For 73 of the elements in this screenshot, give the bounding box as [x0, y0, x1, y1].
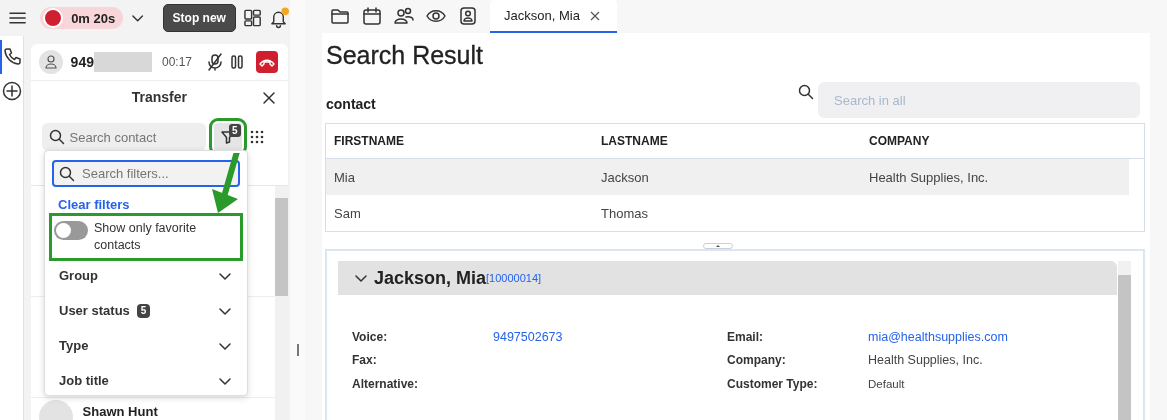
plus-icon — [2, 81, 23, 101]
splitter-handle[interactable] — [296, 344, 299, 356]
count-badge: 5 — [136, 303, 151, 318]
filter-group-row[interactable]: Group — [52, 258, 240, 293]
filter-group-row[interactable]: User status 5 — [52, 293, 240, 328]
table-cell-text: Sam — [333, 205, 362, 221]
filter-group-label: User status — [59, 303, 130, 318]
record-tab[interactable]: Jackson, Mia — [490, 0, 617, 33]
layout-icon[interactable] — [243, 9, 262, 27]
close-icon[interactable] — [589, 10, 600, 21]
table-cell-text: Jackson — [600, 169, 650, 185]
close-icon[interactable] — [262, 91, 276, 105]
phone-icon — [2, 47, 23, 67]
field-link[interactable]: 9497502673 — [493, 329, 727, 344]
filter-group-label: Group — [59, 268, 98, 283]
folder-icon[interactable] — [330, 6, 350, 26]
pause-icon[interactable] — [230, 54, 244, 70]
search-icon — [798, 84, 814, 100]
stop-new-button[interactable]: Stop new — [162, 4, 236, 32]
scrollbar[interactable] — [275, 186, 288, 420]
table-row[interactable]: Sam Thomas — [326, 195, 1129, 231]
menu-icon[interactable] — [9, 11, 27, 25]
field-label: Customer Type: — [727, 376, 819, 391]
contact-card-icon[interactable] — [458, 6, 478, 26]
table-cell-text: Health Supplies, Inc. — [868, 169, 990, 185]
field-label: Alternative: — [352, 376, 420, 391]
field-label: Company: — [727, 353, 787, 368]
column-header: COMPANY — [868, 134, 931, 148]
field-label: Voice: — [352, 329, 389, 344]
search-field[interactable]: Search contact — [41, 123, 206, 151]
scrollbar[interactable] — [1118, 261, 1131, 420]
search-field[interactable]: Search in all — [818, 82, 1140, 118]
bell-icon[interactable] — [269, 7, 290, 29]
people-icon[interactable] — [394, 6, 414, 26]
table-row[interactable]: Mia Jackson Health Supplies, Inc. — [326, 159, 1129, 195]
call-duration: 00:17 — [161, 55, 192, 69]
recording-timer[interactable]: 0m 20s — [40, 7, 124, 29]
calendar-icon[interactable] — [362, 6, 382, 26]
dialpad-icon[interactable] — [249, 130, 264, 144]
record-header[interactable]: Jackson, Mia[10000014] — [338, 261, 1117, 295]
field-value: Default — [868, 377, 906, 390]
field-link[interactable]: mia@healthsupplies.com — [868, 329, 1117, 344]
table-cell-text: Mia — [333, 169, 356, 185]
mute-icon[interactable] — [206, 53, 224, 71]
search-icon — [59, 165, 75, 182]
filter-group-row[interactable]: Type — [52, 328, 240, 363]
pointer-arrow — [212, 153, 239, 213]
column-header: FIRSTNAME — [333, 134, 405, 148]
hang-up-icon — [259, 57, 275, 67]
field-label: Email: — [727, 329, 764, 344]
table-cell-text: Thomas — [600, 205, 649, 221]
record-id-link[interactable]: [10000014] — [486, 272, 542, 284]
transfer-title: Transfer — [131, 89, 187, 105]
filter-group-label: Type — [59, 338, 89, 353]
avatar-icon — [38, 50, 63, 74]
filter-group-label: Job title — [59, 373, 109, 388]
clear-filters-link[interactable]: Clear filters — [58, 197, 240, 212]
field-value: Health Supplies, Inc. — [868, 353, 984, 368]
section-title: contact — [326, 96, 376, 112]
contact-name[interactable]: Shawn Hunt — [82, 404, 158, 419]
filter-count-badge: 5 — [229, 124, 241, 137]
phone-number: 949 — [70, 54, 94, 70]
splitter-handle[interactable] — [702, 243, 733, 249]
favorites-toggle[interactable] — [54, 221, 88, 240]
hang-up-button[interactable] — [256, 51, 278, 73]
search-icon — [48, 129, 65, 145]
filter-group-row[interactable]: Job title — [52, 363, 240, 398]
filter-search-field[interactable]: Search filters... — [52, 160, 240, 187]
column-header: LASTNAME — [600, 134, 669, 148]
record-name: Jackson, Mia — [374, 267, 487, 289]
field-label: Fax: — [352, 353, 378, 368]
page-title: Search Result — [326, 41, 485, 71]
toggle-label: Show only favorite contacts — [94, 220, 198, 254]
